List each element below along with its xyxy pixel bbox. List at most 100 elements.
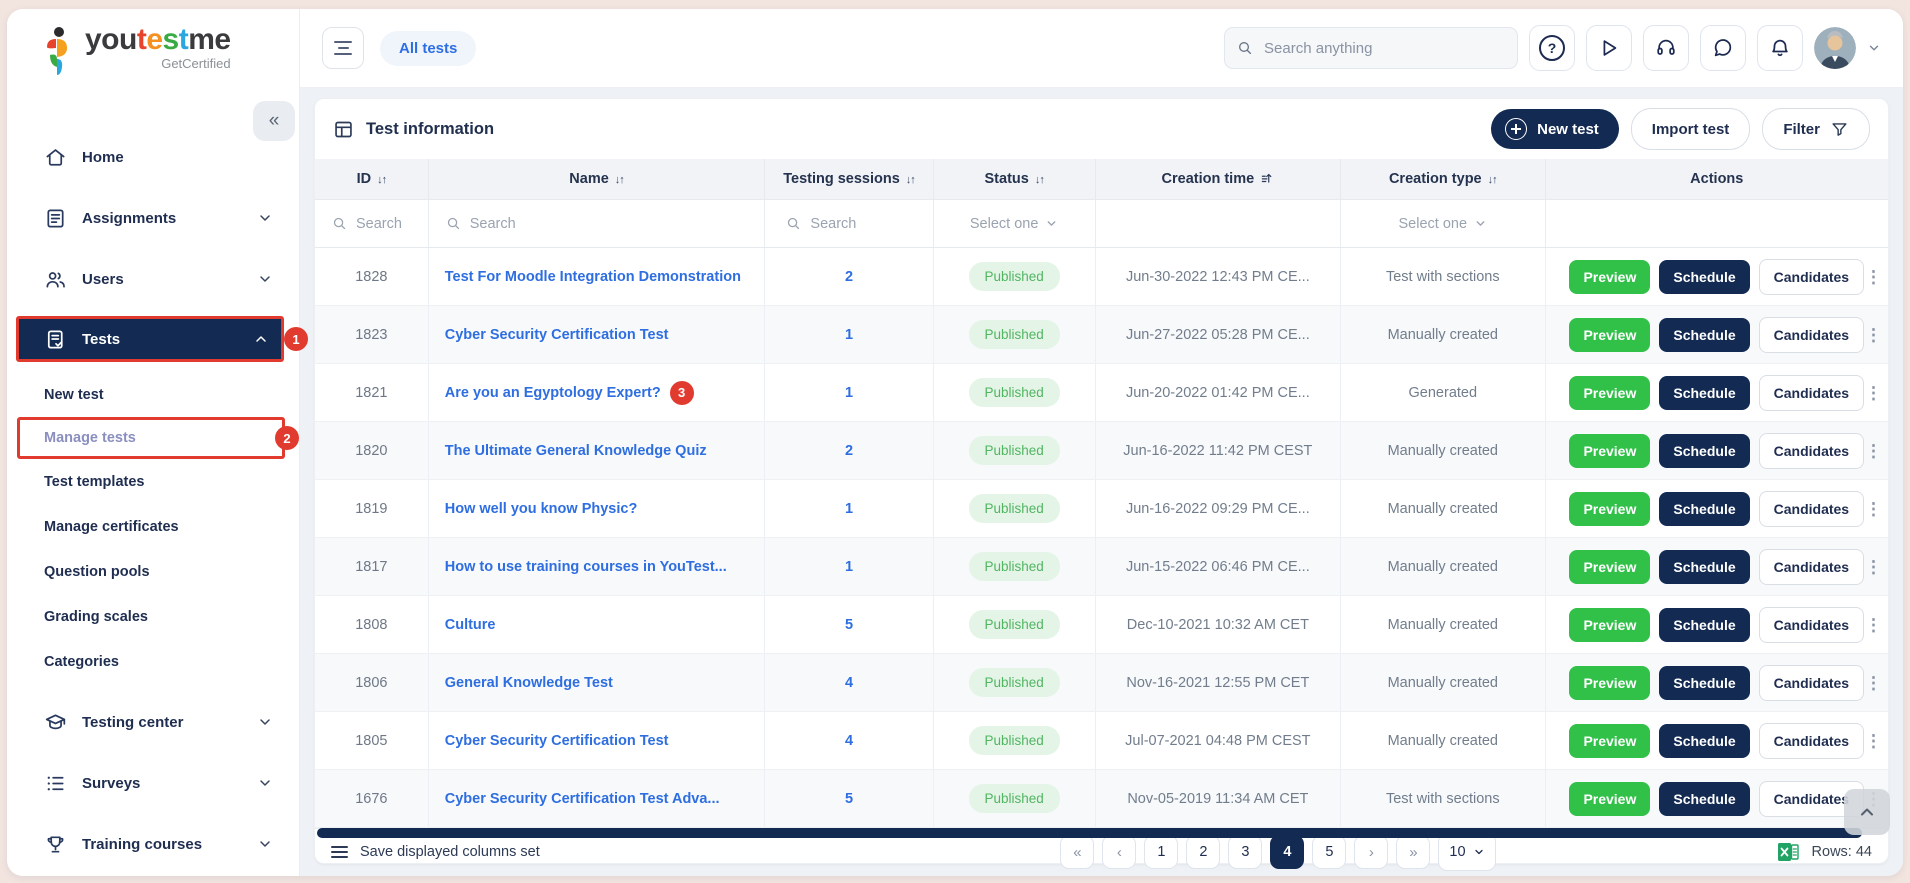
filter-status-select[interactable]: Select one bbox=[970, 216, 1059, 232]
sidebar-item-surveys[interactable]: Surveys bbox=[7, 759, 299, 807]
candidates-button[interactable]: Candidates bbox=[1759, 723, 1864, 759]
test-name-link[interactable]: General Knowledge Test bbox=[445, 675, 613, 691]
prev-page-button[interactable]: ‹ bbox=[1102, 835, 1136, 869]
column-header-name[interactable]: Name↓↑ bbox=[428, 159, 765, 200]
filter-id-input[interactable] bbox=[354, 215, 424, 233]
filter-sessions-input[interactable] bbox=[808, 215, 911, 233]
schedule-button[interactable]: Schedule bbox=[1659, 608, 1749, 642]
preview-button[interactable]: Preview bbox=[1569, 434, 1650, 468]
notifications-button[interactable] bbox=[1757, 25, 1803, 71]
excel-export-icon[interactable] bbox=[1776, 840, 1800, 864]
chevron-down-icon[interactable] bbox=[1867, 41, 1881, 55]
schedule-button[interactable]: Schedule bbox=[1659, 318, 1749, 352]
sessions-count-link[interactable]: 4 bbox=[845, 675, 853, 691]
test-name-link[interactable]: Cyber Security Certification Test Adva..… bbox=[445, 791, 720, 807]
schedule-button[interactable]: Schedule bbox=[1659, 376, 1749, 410]
preview-button[interactable]: Preview bbox=[1569, 376, 1650, 410]
menu-toggle-button[interactable] bbox=[322, 27, 364, 69]
help-button[interactable]: ? bbox=[1529, 25, 1575, 71]
sessions-count-link[interactable]: 1 bbox=[845, 559, 853, 575]
sidebar-item-categories[interactable]: Categories bbox=[7, 639, 299, 684]
sidebar-item-testing-center[interactable]: Testing center bbox=[7, 698, 299, 746]
scroll-to-top-button[interactable] bbox=[1844, 789, 1890, 835]
test-name-link[interactable]: Test For Moodle Integration Demonstratio… bbox=[445, 269, 741, 285]
schedule-button[interactable]: Schedule bbox=[1659, 724, 1749, 758]
more-actions-icon[interactable]: ⋮ bbox=[1865, 268, 1882, 285]
global-search-input[interactable] bbox=[1262, 39, 1505, 58]
rows-per-page-select[interactable]: 10 bbox=[1438, 833, 1495, 871]
schedule-button[interactable]: Schedule bbox=[1659, 782, 1749, 816]
sidebar-item-question-pools[interactable]: Question pools bbox=[7, 549, 299, 594]
page-button-2[interactable]: 2 bbox=[1186, 835, 1220, 869]
candidates-button[interactable]: Candidates bbox=[1759, 607, 1864, 643]
sidebar-item-new-test[interactable]: New test bbox=[7, 372, 299, 417]
next-page-button[interactable]: › bbox=[1354, 835, 1388, 869]
page-button-1[interactable]: 1 bbox=[1144, 835, 1178, 869]
first-page-button[interactable]: « bbox=[1060, 835, 1094, 869]
candidates-button[interactable]: Candidates bbox=[1759, 375, 1864, 411]
messages-button[interactable] bbox=[1700, 25, 1746, 71]
test-name-link[interactable]: The Ultimate General Knowledge Quiz bbox=[445, 443, 707, 459]
preview-button[interactable]: Preview bbox=[1569, 782, 1650, 816]
filter-type-select[interactable]: Select one bbox=[1399, 216, 1488, 232]
preview-button[interactable]: Preview bbox=[1569, 724, 1650, 758]
column-header-creation-time[interactable]: Creation time bbox=[1095, 159, 1340, 200]
sidebar-collapse-button[interactable]: « bbox=[253, 101, 295, 141]
page-button-4-active[interactable]: 4 bbox=[1270, 835, 1304, 869]
sessions-count-link[interactable]: 2 bbox=[845, 443, 853, 459]
sessions-count-link[interactable]: 2 bbox=[845, 269, 853, 285]
candidates-button[interactable]: Candidates bbox=[1759, 549, 1864, 585]
sessions-count-link[interactable]: 5 bbox=[845, 791, 853, 807]
column-header-status[interactable]: Status↓↑ bbox=[933, 159, 1095, 200]
candidates-button[interactable]: Candidates bbox=[1759, 665, 1864, 701]
sessions-count-link[interactable]: 1 bbox=[845, 501, 853, 517]
schedule-button[interactable]: Schedule bbox=[1659, 550, 1749, 584]
new-test-button[interactable]: New test bbox=[1491, 109, 1619, 149]
sessions-count-link[interactable]: 1 bbox=[845, 385, 853, 401]
candidates-button[interactable]: Candidates bbox=[1759, 317, 1864, 353]
more-actions-icon[interactable]: ⋮ bbox=[1865, 326, 1882, 343]
test-name-link[interactable]: How well you know Physic? bbox=[445, 501, 638, 517]
tab-all-tests[interactable]: All tests bbox=[380, 31, 476, 66]
more-actions-icon[interactable]: ⋮ bbox=[1865, 442, 1882, 459]
sidebar-item-test-templates[interactable]: Test templates bbox=[7, 459, 299, 504]
tutorials-button[interactable] bbox=[1586, 25, 1632, 71]
column-header-testing-sessions[interactable]: Testing sessions↓↑ bbox=[765, 159, 933, 200]
test-name-link[interactable]: Culture bbox=[445, 617, 496, 633]
sidebar-item-users[interactable]: Users bbox=[7, 255, 299, 303]
test-name-link[interactable]: Cyber Security Certification Test bbox=[445, 733, 669, 749]
scrollbar-thumb[interactable] bbox=[317, 828, 1862, 838]
test-name-link[interactable]: Are you an Egyptology Expert? bbox=[445, 384, 661, 400]
candidates-button[interactable]: Candidates bbox=[1759, 491, 1864, 527]
sidebar-item-home[interactable]: Home bbox=[7, 133, 299, 181]
filter-name-input[interactable] bbox=[468, 215, 694, 233]
preview-button[interactable]: Preview bbox=[1569, 550, 1650, 584]
schedule-button[interactable]: Schedule bbox=[1659, 434, 1749, 468]
more-actions-icon[interactable]: ⋮ bbox=[1865, 500, 1882, 517]
column-header-creation-type[interactable]: Creation type↓↑ bbox=[1341, 159, 1545, 200]
sessions-count-link[interactable]: 1 bbox=[845, 327, 853, 343]
preview-button[interactable]: Preview bbox=[1569, 260, 1650, 294]
column-header-id[interactable]: ID↓↑ bbox=[315, 159, 428, 200]
last-page-button[interactable]: » bbox=[1396, 835, 1430, 869]
filter-button[interactable]: Filter bbox=[1762, 108, 1870, 150]
sidebar-item-manage-certificates[interactable]: Manage certificates bbox=[7, 504, 299, 549]
sidebar-item-manage-tests[interactable]: Manage tests bbox=[17, 417, 285, 459]
schedule-button[interactable]: Schedule bbox=[1659, 260, 1749, 294]
sessions-count-link[interactable]: 4 bbox=[845, 733, 853, 749]
preview-button[interactable]: Preview bbox=[1569, 492, 1650, 526]
more-actions-icon[interactable]: ⋮ bbox=[1865, 384, 1882, 401]
save-columns-button[interactable]: Save displayed columns set bbox=[331, 843, 540, 861]
test-name-link[interactable]: How to use training courses in YouTest..… bbox=[445, 559, 727, 575]
preview-button[interactable]: Preview bbox=[1569, 666, 1650, 700]
sessions-count-link[interactable]: 5 bbox=[845, 617, 853, 633]
more-actions-icon[interactable]: ⋮ bbox=[1865, 558, 1882, 575]
sidebar-item-assignments[interactable]: Assignments bbox=[7, 194, 299, 242]
import-test-button[interactable]: Import test bbox=[1631, 108, 1751, 150]
candidates-button[interactable]: Candidates bbox=[1759, 433, 1864, 469]
test-name-link[interactable]: Cyber Security Certification Test bbox=[445, 327, 669, 343]
more-actions-icon[interactable]: ⋮ bbox=[1865, 732, 1882, 749]
schedule-button[interactable]: Schedule bbox=[1659, 666, 1749, 700]
more-actions-icon[interactable]: ⋮ bbox=[1865, 674, 1882, 691]
sidebar-item-tests[interactable]: Tests bbox=[16, 316, 284, 362]
